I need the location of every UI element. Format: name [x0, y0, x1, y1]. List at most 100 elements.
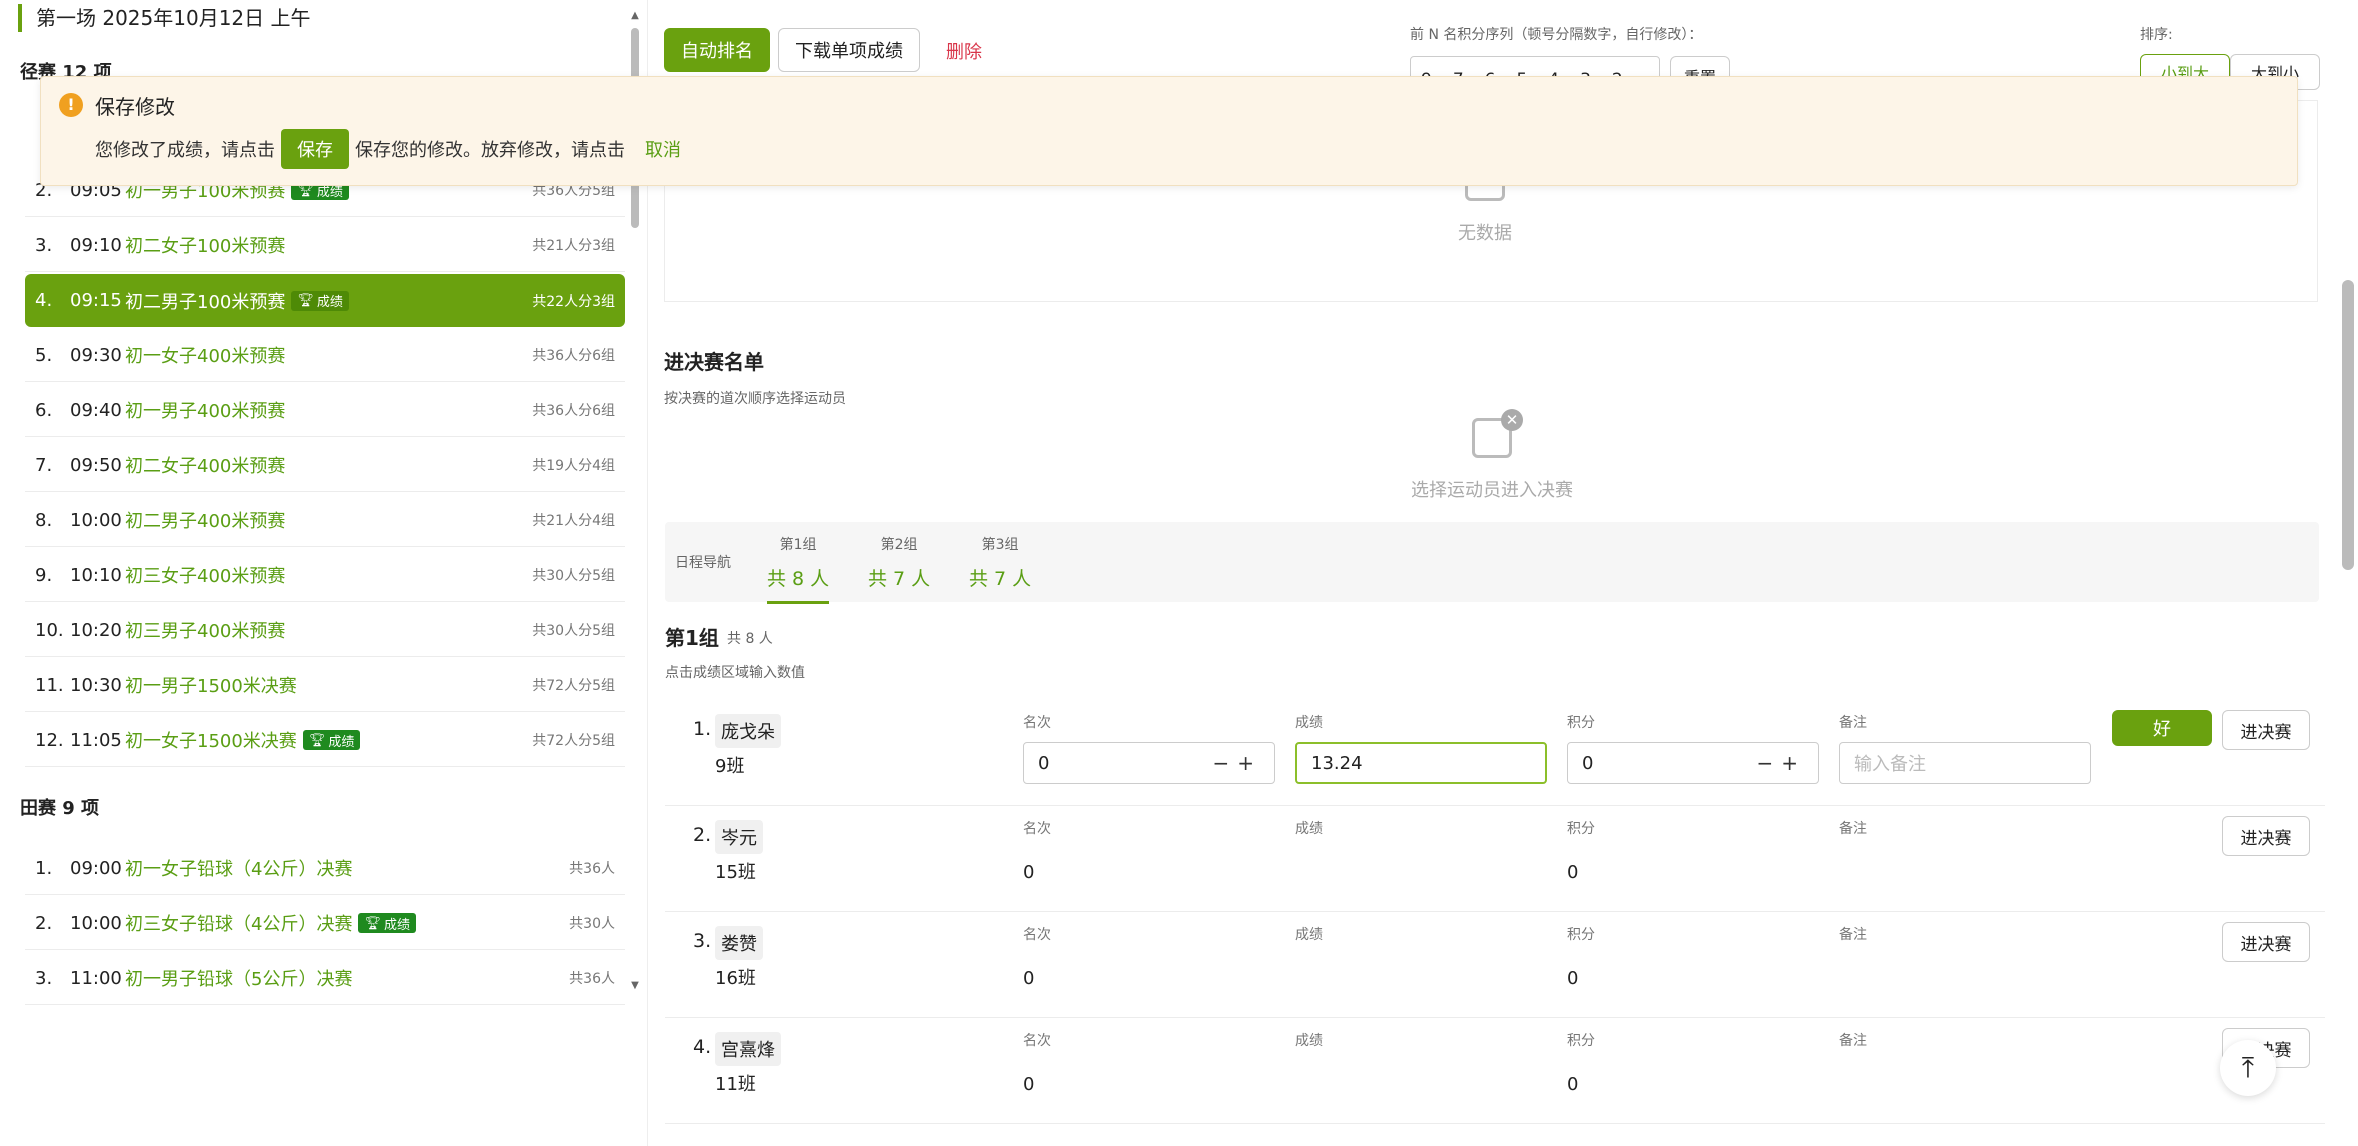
note-label: 备注: [1839, 715, 1867, 731]
event-name: 初二女子400米预赛: [125, 456, 286, 477]
rank-label: 名次: [1023, 1033, 1051, 1049]
event-number: 1.: [35, 857, 53, 879]
athlete-row: 2. 岑元 15班 名次 成绩 积分 备注 0 0 进决赛: [665, 806, 2325, 912]
delete-link[interactable]: 删除: [946, 38, 982, 64]
stepper-icon[interactable]: −+: [1212, 751, 1262, 775]
group-tab[interactable]: 第1组共 8 人: [767, 534, 830, 604]
notice-middle: 保存您的修改。放弃修改，请点击: [355, 140, 625, 161]
event-row[interactable]: 6. 09:40 初一男子400米预赛 共36人分6组: [25, 384, 625, 437]
main-scroll-thumb[interactable]: [2342, 280, 2354, 570]
event-row[interactable]: 7. 09:50 初二女子400米预赛 共19人分4组: [25, 439, 625, 492]
event-row[interactable]: 3. 11:00 初一男子铅球（5公斤）决赛 共36人: [25, 952, 625, 1005]
event-time: 11:05: [70, 729, 122, 751]
to-finals-button[interactable]: 进决赛: [2222, 922, 2310, 962]
score-label: 成绩: [1295, 1033, 1323, 1049]
event-name: 初一男子铅球（5公斤）决赛: [125, 969, 353, 990]
event-time: 10:00: [70, 509, 122, 531]
event-number: 11.: [35, 674, 64, 696]
rank-label: 名次: [1023, 715, 1051, 731]
group-hint: 点击成绩区域输入数值: [665, 665, 805, 681]
group-tab-label: 第3组: [981, 537, 1019, 553]
points-value[interactable]: 0: [1567, 1074, 1578, 1095]
event-count: 共36人分6组: [532, 403, 615, 419]
points-input[interactable]: 0 −+: [1567, 742, 1819, 784]
rank-value[interactable]: 0: [1023, 1074, 1034, 1095]
empty-text: 无数据: [1458, 223, 1512, 244]
event-name: 初二男子100米预赛: [125, 291, 286, 313]
event-name: 初一女子1500米决赛: [125, 731, 297, 752]
scroll-up-icon[interactable]: ▲: [630, 10, 640, 21]
stepper-icon[interactable]: −+: [1756, 751, 1806, 775]
to-finals-button[interactable]: 进决赛: [2222, 816, 2310, 856]
scroll-down-icon[interactable]: ▼: [630, 980, 640, 991]
group-tab-label: 第2组: [880, 537, 918, 553]
ok-button[interactable]: 好: [2112, 710, 2212, 746]
score-label: 成绩: [1295, 715, 1323, 731]
event-row[interactable]: 12. 11:05 初一女子1500米决赛 🏆︎ 成绩 共72人分5组: [25, 714, 625, 767]
result-badge: 🏆︎ 成绩: [358, 913, 416, 933]
result-badge: 🏆︎ 成绩: [291, 290, 349, 311]
athlete-row: 3. 娄赞 16班 名次 成绩 积分 备注 0 0 进决赛: [665, 912, 2325, 1018]
score-label: 成绩: [1295, 927, 1323, 943]
rank-value[interactable]: 0: [1023, 968, 1034, 989]
event-name: 初二女子100米预赛: [125, 236, 286, 257]
points-value[interactable]: 0: [1567, 862, 1578, 883]
event-name: 初一女子铅球（4公斤）决赛: [125, 859, 353, 880]
cancel-link[interactable]: 取消: [645, 136, 681, 162]
athlete-name: 娄赞: [715, 926, 763, 960]
event-count: 共22人分3组: [532, 293, 615, 310]
event-row[interactable]: 8. 10:00 初二男子400米预赛 共21人分4组: [25, 494, 625, 547]
warning-icon: !: [59, 93, 83, 117]
event-row[interactable]: 5. 09:30 初一女子400米预赛 共36人分6组: [25, 329, 625, 382]
group-title: 第1组: [665, 626, 719, 650]
note-input[interactable]: 输入备注: [1839, 742, 2091, 784]
score-label: 成绩: [1295, 821, 1323, 837]
athlete-row: 1. 庞戈朵 9班 名次 成绩 积分 备注 0 −+ 13.24 0 −+ 输入备注 …: [665, 700, 2325, 806]
event-name: 初三女子400米预赛: [125, 566, 286, 587]
empty-inbox-icon: ✕: [1472, 409, 1523, 458]
group-tab-label: 第1组: [779, 537, 817, 553]
event-name: 初二男子400米预赛: [125, 511, 286, 532]
event-count: 共30人分5组: [532, 623, 615, 639]
schedule-nav: 日程导航 第1组共 8 人第2组共 7 人第3组共 7 人: [665, 522, 2319, 604]
event-number: 3.: [35, 234, 53, 256]
download-button[interactable]: 下载单项成绩: [778, 28, 920, 72]
save-button[interactable]: 保存: [281, 129, 349, 169]
event-row[interactable]: 9. 10:10 初三女子400米预赛 共30人分5组: [25, 549, 625, 602]
athlete-class: 16班: [715, 968, 756, 989]
notice-message: 您修改了成绩，请点击 保存 保存您的修改。放弃修改，请点击 取消: [95, 129, 681, 169]
group-tab[interactable]: 第2组共 7 人: [868, 534, 930, 591]
sort-label: 排序:: [2140, 27, 2173, 43]
athlete-number: 3.: [693, 930, 712, 952]
event-number: 3.: [35, 967, 53, 989]
event-name: 初三女子铅球（4公斤）决赛: [125, 914, 353, 935]
event-row[interactable]: 11. 10:30 初一男子1500米决赛 共72人分5组: [25, 659, 625, 712]
rank-value[interactable]: 0: [1023, 862, 1034, 883]
auto-rank-button[interactable]: 自动排名: [664, 28, 770, 72]
athlete-name: 庞戈朵: [715, 714, 781, 748]
score-input[interactable]: 13.24: [1295, 742, 1547, 784]
group-tab-count: 共 7 人: [868, 568, 931, 590]
points-value[interactable]: 0: [1567, 968, 1578, 989]
points-col-label: 积分: [1567, 715, 1595, 731]
athlete-class: 15班: [715, 862, 756, 883]
event-row[interactable]: 1. 09:00 初一女子铅球（4公斤）决赛 共36人: [25, 842, 625, 895]
rank-input[interactable]: 0 −+: [1023, 742, 1275, 784]
finals-title: 进决赛名单: [664, 350, 764, 374]
to-finals-button[interactable]: 进决赛: [2222, 710, 2310, 750]
event-row[interactable]: 10. 10:20 初三男子400米预赛 共30人分5组: [25, 604, 625, 657]
event-name: 初一男子1500米决赛: [125, 676, 297, 697]
note-label: 备注: [1839, 927, 1867, 943]
athlete-name: 宫熹烽: [715, 1032, 781, 1066]
event-time: 10:10: [70, 564, 122, 586]
event-number: 8.: [35, 509, 53, 531]
note-label: 备注: [1839, 1033, 1867, 1049]
event-row[interactable]: 2. 10:00 初三女子铅球（4公斤）决赛 🏆︎ 成绩 共30人: [25, 897, 625, 950]
event-row[interactable]: 3. 09:10 初二女子100米预赛 共21人分3组: [25, 219, 625, 272]
event-row[interactable]: 4. 09:15 初二男子100米预赛 🏆︎ 成绩 共22人分3组: [25, 274, 625, 327]
event-count: 共72人分5组: [532, 678, 615, 694]
back-to-top-button[interactable]: ⤒: [2220, 1040, 2276, 1096]
trophy-icon: 🏆︎: [308, 732, 326, 748]
event-time: 09:10: [70, 234, 122, 256]
group-tab[interactable]: 第3组共 7 人: [969, 534, 1031, 591]
